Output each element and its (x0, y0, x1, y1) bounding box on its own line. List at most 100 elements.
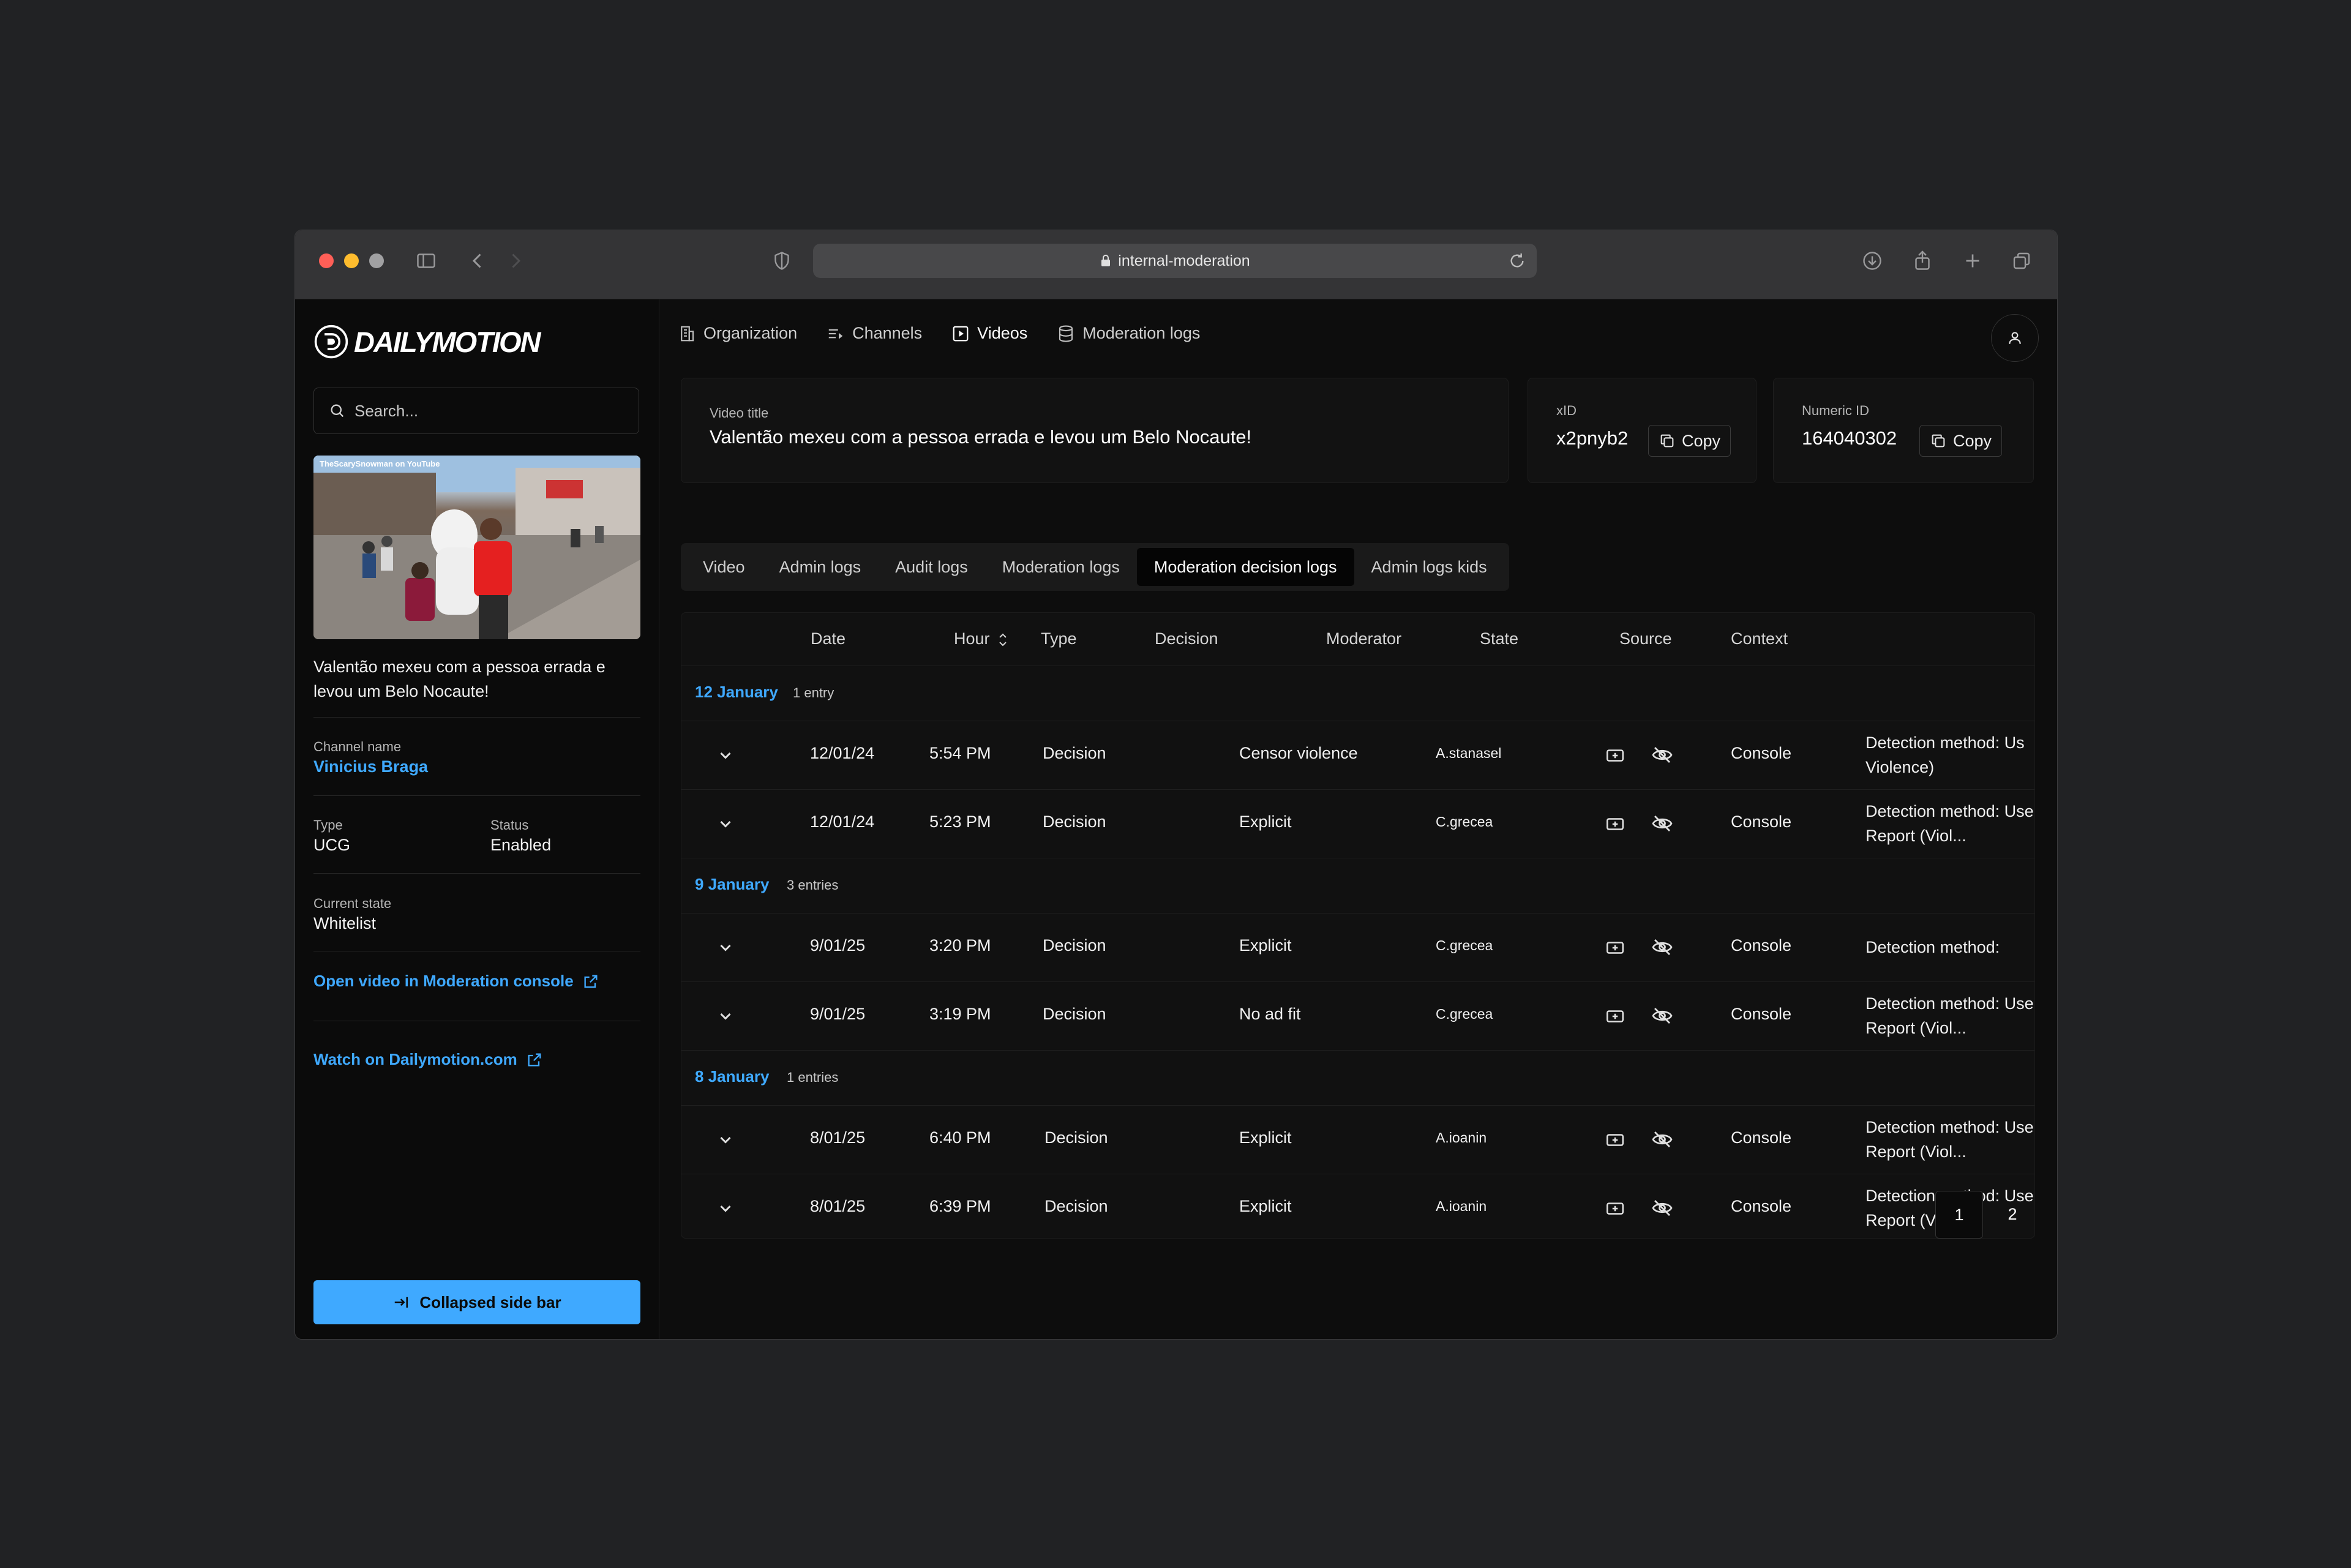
column-type[interactable]: Type (1041, 629, 1077, 648)
back-icon[interactable] (465, 249, 490, 273)
nav-channels-label: Channels (852, 324, 923, 342)
database-icon (1059, 324, 1073, 342)
eye-off-icon[interactable] (1651, 812, 1673, 838)
dailymotion-logo[interactable]: DAILYMOTION (313, 324, 541, 359)
row-type: Decision (1043, 744, 1106, 762)
forward-icon[interactable] (503, 249, 528, 273)
table-row[interactable]: 8/01/25 6:40 PM Decision Explicit A.ioan… (681, 1105, 2034, 1174)
copy-icon (1660, 434, 1674, 448)
tab-overview-icon[interactable] (2009, 249, 2034, 273)
column-source[interactable]: Source (1619, 629, 1672, 648)
group-date: 8 January (695, 1067, 770, 1086)
nav-channels[interactable]: Channels (827, 324, 922, 343)
divider (313, 873, 640, 874)
copy-numeric-id-button[interactable]: Copy (1919, 425, 2003, 457)
divider (313, 717, 640, 718)
column-hour[interactable]: Hour (954, 629, 1010, 648)
reload-icon[interactable] (1507, 251, 1527, 275)
card-icon[interactable] (1605, 814, 1625, 838)
page-2-button[interactable]: 2 (1989, 1191, 2036, 1237)
open-console-label: Open video in Moderation console (313, 972, 574, 990)
video-title-value: Valentão mexeu com a pessoa errada e lev… (710, 426, 1252, 448)
user-avatar-button[interactable] (1991, 314, 2039, 362)
row-hour: 6:39 PM (929, 1197, 991, 1215)
collapse-button-label: Collapsed side bar (419, 1292, 561, 1311)
chevron-down-icon[interactable] (714, 1197, 737, 1222)
row-moderator: C.grecea (1436, 814, 1493, 830)
chevron-down-icon[interactable] (714, 936, 737, 961)
column-date[interactable]: Date (811, 629, 846, 648)
row-moderator: A.stanasel (1436, 745, 1502, 761)
new-tab-icon[interactable] (1960, 249, 1985, 273)
table-header: Date Hour Type Decision Moderator State … (681, 613, 2034, 666)
tab-moderation-decision-logs[interactable]: Moderation decision logs (1136, 548, 1354, 586)
nav-videos[interactable]: Videos (951, 324, 1027, 343)
table-row[interactable]: 9/01/25 3:19 PM Decision No ad fit C.gre… (681, 981, 2034, 1051)
eye-off-icon[interactable] (1651, 1128, 1673, 1153)
minimize-window-button[interactable] (344, 253, 359, 268)
card-icon[interactable] (1605, 745, 1625, 769)
eye-off-icon[interactable] (1651, 744, 1673, 769)
search-box[interactable] (313, 388, 639, 434)
share-icon[interactable] (1910, 249, 1935, 273)
log-tabs: Video Admin logs Audit logs Moderation l… (681, 543, 1509, 591)
nav-organization[interactable]: Organization (678, 324, 797, 343)
table-row[interactable]: 12/01/24 5:54 PM Decision Censor violenc… (681, 721, 2034, 790)
page-1-button[interactable]: 1 (1935, 1191, 1983, 1239)
user-icon (2009, 332, 2021, 344)
eye-off-icon[interactable] (1651, 1197, 1673, 1222)
copy-label: Copy (1953, 431, 1992, 450)
open-moderation-console-link[interactable]: Open video in Moderation console (313, 972, 599, 991)
row-date: 12/01/24 (810, 744, 875, 762)
eye-off-icon[interactable] (1651, 936, 1673, 961)
tab-admin-logs[interactable]: Admin logs (762, 548, 879, 586)
row-date: 8/01/25 (810, 1128, 866, 1147)
row-date: 9/01/25 (810, 936, 866, 955)
tab-moderation-logs[interactable]: Moderation logs (985, 548, 1137, 586)
group-count: 1 entries (787, 1070, 839, 1085)
column-state[interactable]: State (1480, 629, 1518, 648)
chevron-down-icon[interactable] (714, 744, 737, 769)
privacy-shield-icon[interactable] (770, 249, 794, 273)
nav-moderation-logs[interactable]: Moderation logs (1057, 324, 1200, 343)
group-count: 3 entries (787, 877, 839, 893)
card-icon[interactable] (1605, 1198, 1625, 1222)
chevron-down-icon[interactable] (714, 812, 737, 838)
column-decision[interactable]: Decision (1155, 629, 1218, 648)
copy-xid-button[interactable]: Copy (1648, 425, 1731, 457)
chevron-down-icon[interactable] (714, 1005, 737, 1030)
row-source: Console (1731, 744, 1792, 762)
xid-card: xID x2pnyb2 Copy (1528, 378, 1757, 483)
chevron-down-icon[interactable] (714, 1128, 737, 1153)
channel-link[interactable]: Vinicius Braga (313, 757, 428, 776)
download-icon[interactable] (1860, 249, 1884, 273)
tab-audit-logs[interactable]: Audit logs (878, 548, 985, 586)
tab-video[interactable]: Video (686, 548, 762, 586)
search-input[interactable] (353, 400, 613, 421)
zoom-window-button[interactable] (369, 253, 384, 268)
row-source: Console (1731, 1005, 1792, 1023)
card-icon[interactable] (1605, 1006, 1625, 1030)
tab-admin-logs-kids[interactable]: Admin logs kids (1354, 548, 1504, 586)
row-moderator: A.ioanin (1436, 1130, 1487, 1146)
card-icon[interactable] (1605, 1130, 1625, 1153)
collapse-sidebar-button[interactable]: Collapsed side bar (313, 1280, 640, 1324)
table-row[interactable]: 9/01/25 3:20 PM Decision Explicit C.grec… (681, 913, 2034, 982)
column-moderator[interactable]: Moderator (1326, 629, 1401, 648)
card-icon[interactable] (1605, 937, 1625, 961)
table-row[interactable]: 8/01/25 6:39 PM Decision Explicit A.ioan… (681, 1174, 2034, 1238)
watch-on-dailymotion-link[interactable]: Watch on Dailymotion.com (313, 1050, 543, 1069)
video-thumbnail[interactable]: TheScarySnowman on YouTube (313, 456, 640, 639)
building-icon (681, 326, 694, 341)
sidebar-toggle-icon[interactable] (414, 249, 438, 273)
column-context[interactable]: Context (1731, 629, 1788, 648)
close-window-button[interactable] (319, 253, 334, 268)
decision-logs-table: Date Hour Type Decision Moderator State … (681, 612, 2035, 1239)
row-type: Decision (1043, 1005, 1106, 1023)
table-row[interactable]: 12/01/24 5:23 PM Decision Explicit C.gre… (681, 789, 2034, 858)
sidebar: DAILYMOTION Search... TheScarySnowman on… (295, 299, 659, 1339)
video-title-label: Video title (710, 405, 769, 421)
eye-off-icon[interactable] (1651, 1005, 1673, 1030)
logo-wordmark: DAILYMOTION (354, 325, 541, 358)
address-bar[interactable]: internal-moderation (813, 244, 1537, 278)
